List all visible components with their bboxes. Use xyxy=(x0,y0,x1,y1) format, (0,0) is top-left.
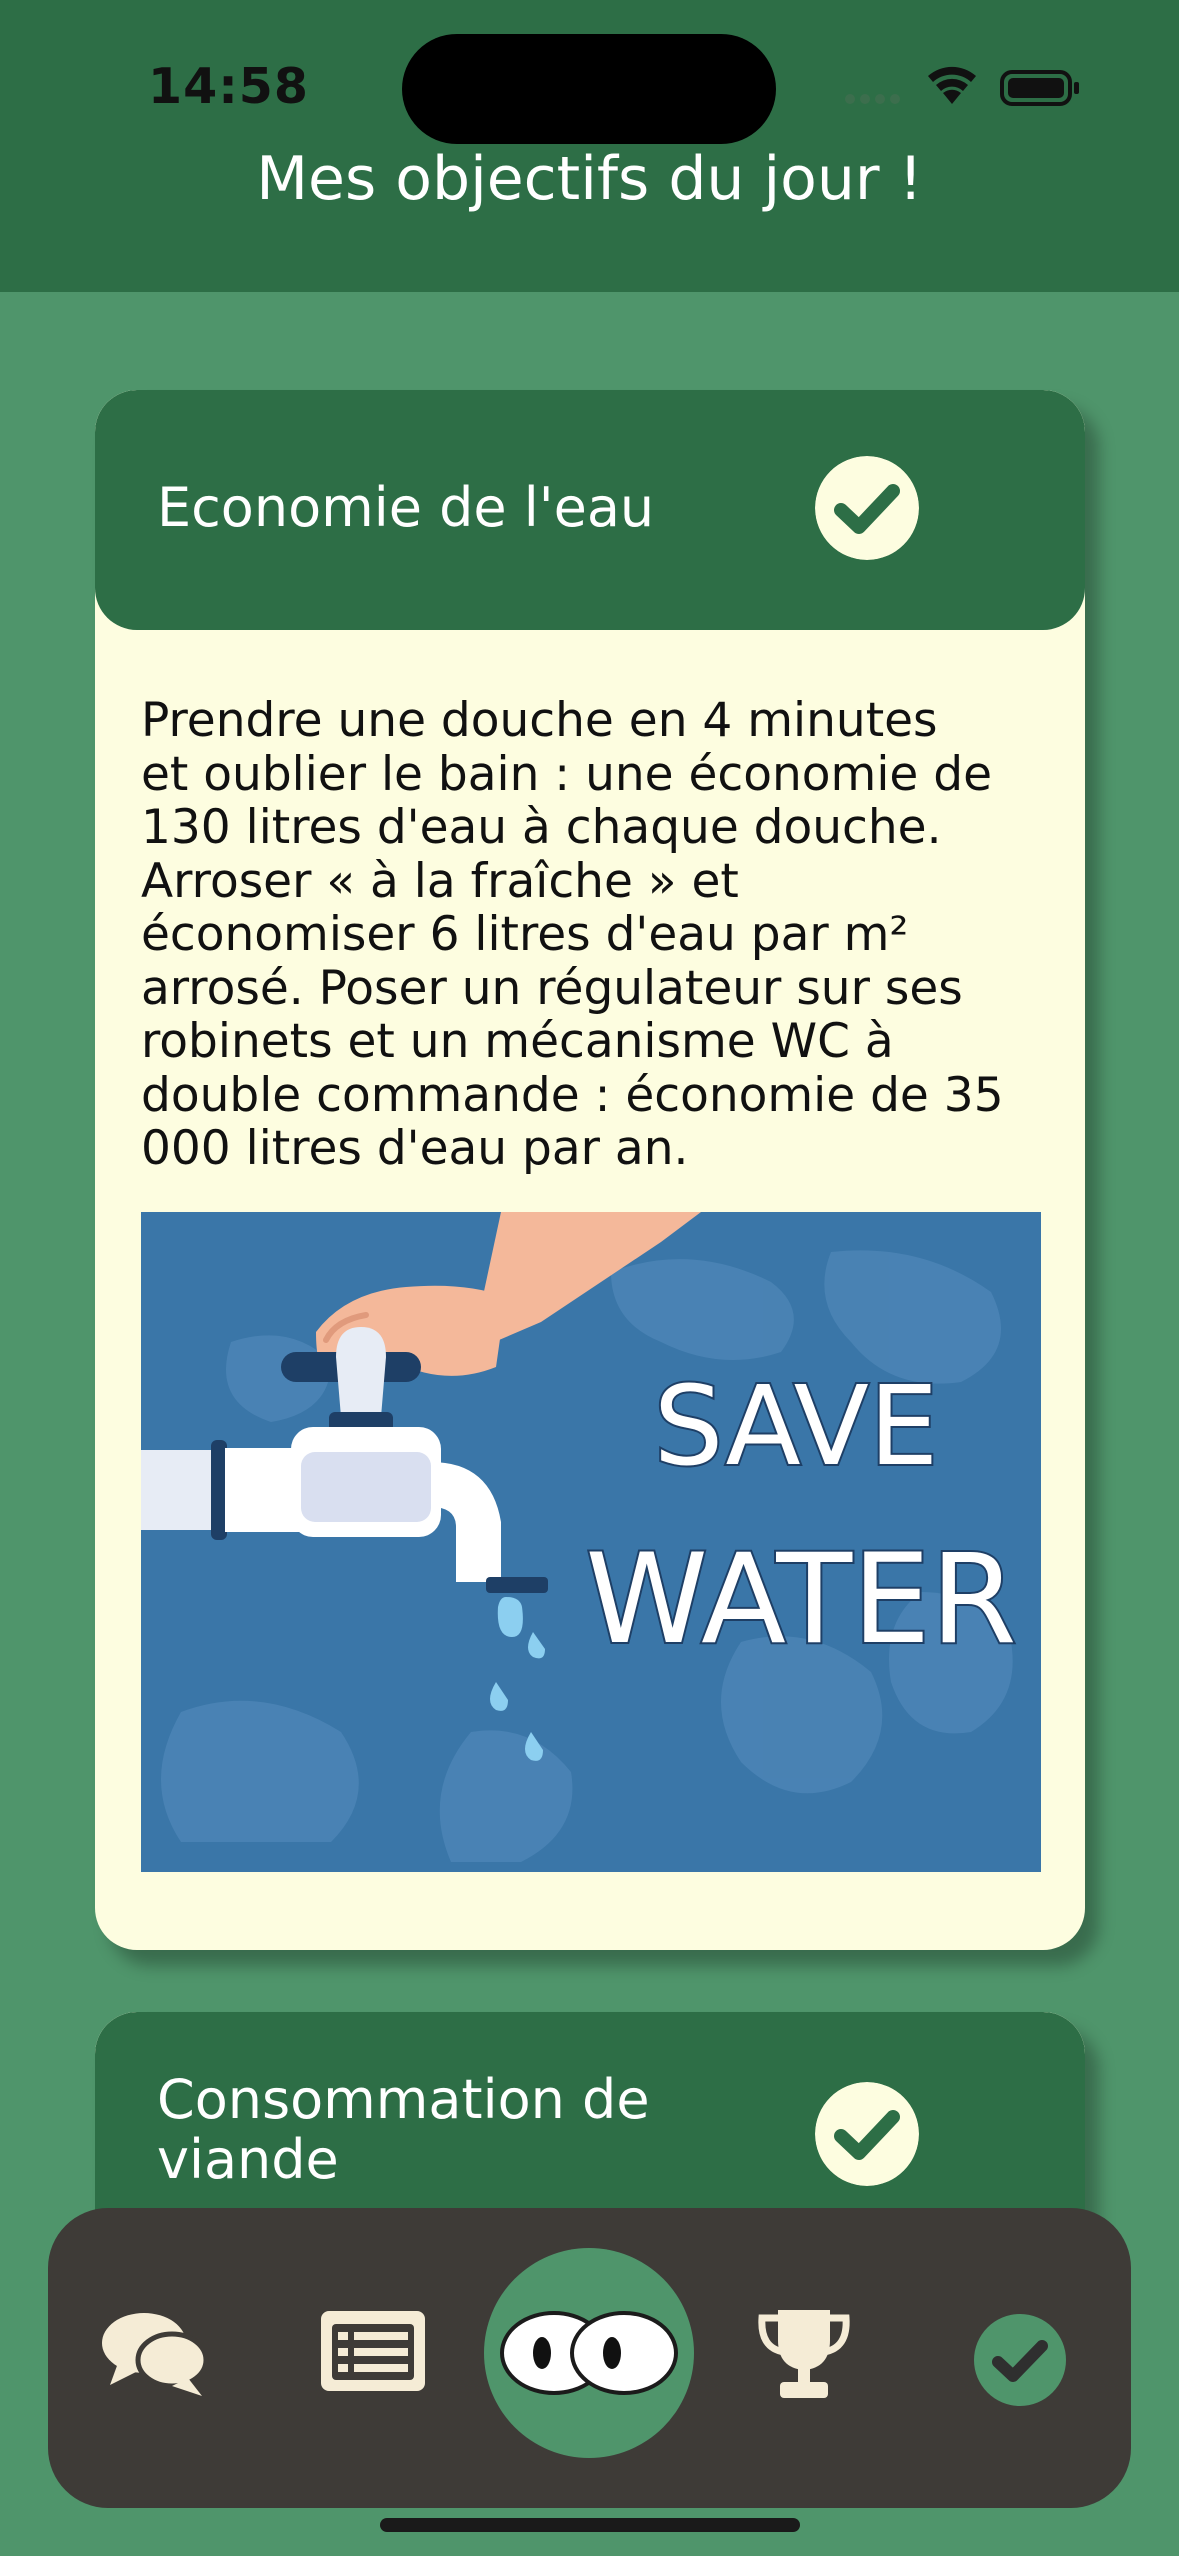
card-title: Consommation de viande xyxy=(157,2070,650,2190)
description-line: 000 litres d'eau par an. xyxy=(141,1121,689,1176)
card-header[interactable]: Economie de l'eau xyxy=(95,390,1085,630)
goal-card-water: Economie de l'eau Prendre une douche en … xyxy=(95,390,1085,1950)
eyes-icon[interactable] xyxy=(484,2248,694,2458)
check-circle-icon[interactable] xyxy=(974,2314,1066,2406)
image-text-water: WATER xyxy=(585,1528,1016,1672)
check-icon[interactable] xyxy=(815,2082,919,2186)
description-line: économiser 6 litres d'eau par m² xyxy=(141,907,909,962)
description-line: double commande : économie de 35 xyxy=(141,1067,1004,1123)
status-icons xyxy=(845,66,1079,106)
card-title-line: viande xyxy=(157,2128,339,2191)
description-line: Arroser « à la fraîche » et xyxy=(141,853,739,909)
image-text-save: SAVE xyxy=(654,1362,939,1490)
dynamic-island xyxy=(402,34,776,144)
description-line: et oublier le bain : une économie de xyxy=(141,746,993,802)
status-time: 14:58 xyxy=(148,58,309,115)
card-title-line: Consommation de xyxy=(157,2068,650,2131)
description-line: arrosé. Poser un régulateur sur ses xyxy=(141,960,963,1016)
top-header: 14:58 Mes objectifs du jour ! xyxy=(0,0,1179,292)
page-title: Mes objectifs du jour ! xyxy=(256,144,923,214)
description-line: Prendre une douche en 4 minutes xyxy=(141,693,938,748)
card-description: Prendre une douche en 4 minutes et oubli… xyxy=(141,694,1051,1176)
chat-bubbles-icon[interactable] xyxy=(100,2308,210,2398)
save-water-illustration: SAVE WATER xyxy=(141,1212,1041,1872)
description-line: robinets et un mécanisme WC à xyxy=(141,1014,894,1069)
wifi-icon xyxy=(928,66,976,104)
bottom-tab-bar xyxy=(48,2208,1131,2508)
description-line: 130 litres d'eau à chaque douche. xyxy=(141,800,942,855)
battery-icon xyxy=(1000,70,1079,106)
check-icon[interactable] xyxy=(815,456,919,560)
card-title: Economie de l'eau xyxy=(157,476,655,539)
signal-icon xyxy=(845,94,900,104)
list-icon[interactable] xyxy=(318,2308,428,2394)
home-indicator xyxy=(380,2518,800,2532)
trophy-icon[interactable] xyxy=(754,2306,854,2402)
